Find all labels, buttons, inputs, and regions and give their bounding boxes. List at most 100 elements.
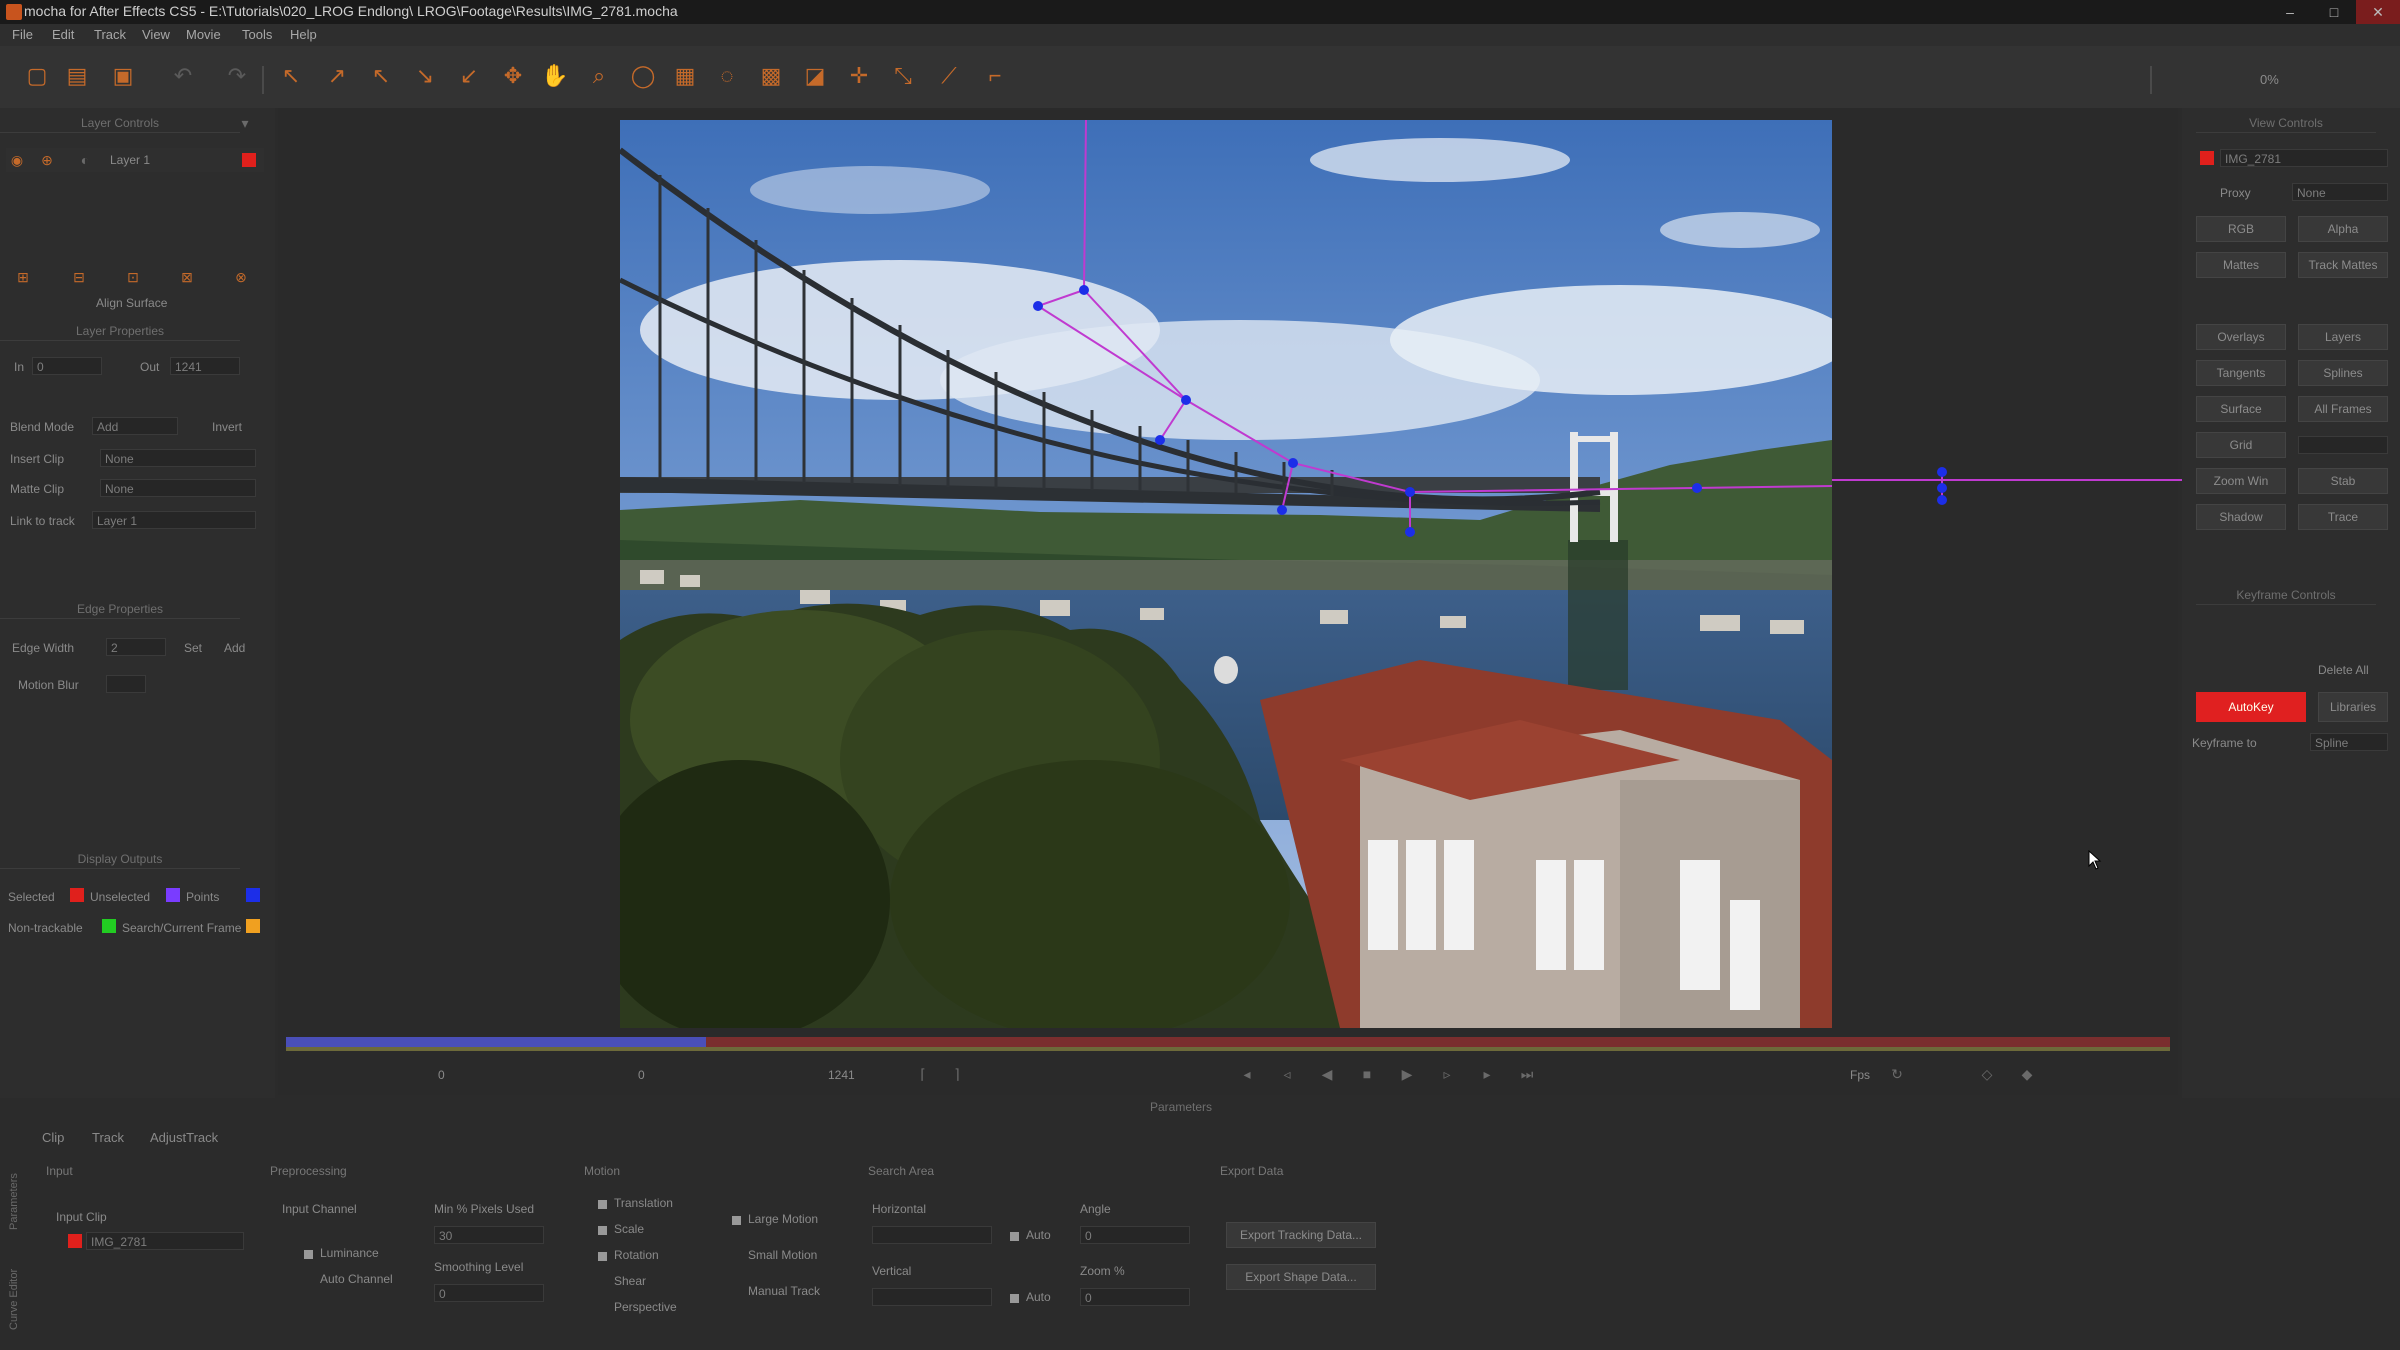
keyframe-to-select[interactable]: Spline xyxy=(2310,733,2388,751)
step-backward-icon[interactable]: ◃ xyxy=(1278,1065,1296,1083)
invert-label[interactable]: Invert xyxy=(212,420,242,434)
menu-tools[interactable]: Tools xyxy=(242,27,272,42)
min-pixels-field[interactable]: 30 xyxy=(434,1226,544,1244)
create-xspline-icon[interactable]: ◯ xyxy=(628,61,658,91)
visibility-icon[interactable]: ◉ xyxy=(8,151,26,169)
select-points-icon[interactable]: ↗ xyxy=(322,61,352,91)
create-rect-bezier-icon[interactable]: ▩ xyxy=(756,61,786,91)
trace-button[interactable]: Trace xyxy=(2298,504,2388,530)
select-curve-icon[interactable]: ↘ xyxy=(410,61,440,91)
export-tracking-button[interactable]: Export Tracking Data... xyxy=(1226,1222,1376,1248)
create-bezier-icon[interactable]: ◌ xyxy=(712,61,742,91)
smoothing-field[interactable]: 0 xyxy=(434,1284,544,1302)
footage-frame[interactable] xyxy=(620,120,1832,1028)
autokey-button[interactable]: AutoKey xyxy=(2196,692,2306,722)
step-forward-icon[interactable]: ▹ xyxy=(1438,1065,1456,1083)
angle-field[interactable]: 0 xyxy=(1080,1226,1190,1244)
zoom-level[interactable]: 0% xyxy=(2260,72,2279,87)
vertical-field[interactable] xyxy=(872,1288,992,1306)
menu-view[interactable]: View xyxy=(142,27,170,42)
tab-track[interactable]: Track xyxy=(92,1130,124,1145)
export-shape-button[interactable]: Export Shape Data... xyxy=(1226,1264,1376,1290)
track-forward-icon[interactable]: ▸ xyxy=(1478,1065,1496,1083)
layers-button[interactable]: Layers xyxy=(2298,324,2388,350)
in-field[interactable]: 0 xyxy=(32,357,102,375)
track-mattes-button[interactable]: Track Mattes xyxy=(2298,252,2388,278)
keyframe-next-icon[interactable]: ◆ xyxy=(2018,1065,2036,1083)
close-button[interactable]: ✕ xyxy=(2356,0,2400,24)
align-icon-5[interactable]: ⊗ xyxy=(232,268,250,286)
undo-icon[interactable]: ↶ xyxy=(168,61,198,91)
menu-help[interactable]: Help xyxy=(290,27,317,42)
stop-icon[interactable]: ■ xyxy=(1358,1065,1376,1083)
create-rect-xspline-icon[interactable]: ▦ xyxy=(670,61,700,91)
edge-width-field[interactable]: 2 xyxy=(106,638,166,656)
matte-clip-select[interactable]: None xyxy=(100,479,256,497)
play-backward-icon[interactable]: ◀ xyxy=(1318,1065,1336,1083)
panel-options-icon[interactable]: ▾ xyxy=(236,114,254,132)
set-edge-button[interactable]: Set xyxy=(184,641,202,655)
splines-button[interactable]: Splines xyxy=(2298,360,2388,386)
non-trackable-color-swatch[interactable] xyxy=(102,919,116,933)
proxy-select[interactable]: None xyxy=(2292,183,2388,201)
add-edge-icon[interactable]: ◪ xyxy=(800,61,830,91)
loop-icon[interactable]: ↻ xyxy=(1888,1065,1906,1083)
side-tab-curve-editor[interactable]: Curve Editor xyxy=(8,1240,24,1330)
surface-button[interactable]: Surface xyxy=(2196,396,2286,422)
insert-clip-select[interactable]: None xyxy=(100,449,256,467)
alpha-button[interactable]: Alpha xyxy=(2298,216,2388,242)
redo-icon[interactable]: ↷ xyxy=(222,61,252,91)
set-out-icon[interactable]: ⌉ xyxy=(948,1065,966,1083)
link-to-track-select[interactable]: Layer 1 xyxy=(92,511,256,529)
menu-movie[interactable]: Movie xyxy=(186,27,221,42)
menu-edit[interactable]: Edit xyxy=(52,27,74,42)
pick-tool-icon[interactable]: ↖ xyxy=(276,61,306,91)
rgb-button[interactable]: RGB xyxy=(2196,216,2286,242)
tab-adjusttrack[interactable]: AdjustTrack xyxy=(150,1130,218,1145)
align-icon-2[interactable]: ⊟ xyxy=(70,268,88,286)
zoom-win-button[interactable]: Zoom Win xyxy=(2196,468,2286,494)
clip-select[interactable]: IMG_2781 xyxy=(2220,149,2388,167)
horizontal-auto-checkbox[interactable] xyxy=(1010,1232,1019,1241)
libraries-button[interactable]: Libraries xyxy=(2318,692,2388,722)
move-layer-icon[interactable]: ✛ xyxy=(844,61,874,91)
align-icon-1[interactable]: ⊞ xyxy=(14,268,32,286)
translation-checkbox[interactable] xyxy=(598,1200,607,1209)
frame-current[interactable]: 0 xyxy=(638,1068,645,1082)
align-icon-3[interactable]: ⊡ xyxy=(124,268,142,286)
grid-size-field[interactable] xyxy=(2298,436,2388,454)
save-project-icon[interactable]: ▣ xyxy=(108,61,138,91)
keyframe-prev-icon[interactable]: ◇ xyxy=(1978,1065,1996,1083)
attach-icon[interactable]: ⟋ xyxy=(934,61,964,91)
layer-row[interactable]: ◉ ⊕ ◐ Layer 1 xyxy=(6,148,264,172)
all-frames-button[interactable]: All Frames xyxy=(2298,396,2388,422)
go-to-end-icon[interactable]: ⏭ xyxy=(1518,1065,1536,1083)
grid-button[interactable]: Grid xyxy=(2196,432,2286,458)
zoom-field[interactable]: 0 xyxy=(1080,1288,1190,1306)
shadow-button[interactable]: Shadow xyxy=(2196,504,2286,530)
delete-all-button[interactable]: Delete All xyxy=(2318,663,2369,677)
layer-color-swatch[interactable] xyxy=(242,153,256,167)
scale-checkbox[interactable] xyxy=(598,1226,607,1235)
set-in-icon[interactable]: ⌈ xyxy=(914,1065,932,1083)
motion-blur-field[interactable] xyxy=(106,675,146,693)
new-project-icon[interactable]: ▢ xyxy=(22,61,52,91)
add-edge-button[interactable]: Add xyxy=(224,641,245,655)
selected-color-swatch[interactable] xyxy=(70,888,84,902)
viewer[interactable] xyxy=(278,108,2197,1038)
stab-button[interactable]: Stab xyxy=(2298,468,2388,494)
mattes-button[interactable]: Mattes xyxy=(2196,252,2286,278)
lock-icon[interactable]: ⊕ xyxy=(38,151,56,169)
tab-clip[interactable]: Clip xyxy=(42,1130,64,1145)
add-point-icon[interactable]: ✥ xyxy=(498,61,528,91)
side-tab-parameters[interactable]: Parameters xyxy=(8,1140,24,1230)
maximize-button[interactable]: □ xyxy=(2312,0,2356,24)
spline-extension[interactable] xyxy=(1832,442,2212,562)
frame-in[interactable]: 0 xyxy=(438,1068,445,1082)
vertical-auto-checkbox[interactable] xyxy=(1010,1294,1019,1303)
transform-icon[interactable]: ⤡ xyxy=(888,61,918,91)
search-frame-color-swatch[interactable] xyxy=(246,919,260,933)
tangents-button[interactable]: Tangents xyxy=(2196,360,2286,386)
blend-mode-select[interactable]: Add xyxy=(92,417,178,435)
horizontal-field[interactable] xyxy=(872,1226,992,1244)
